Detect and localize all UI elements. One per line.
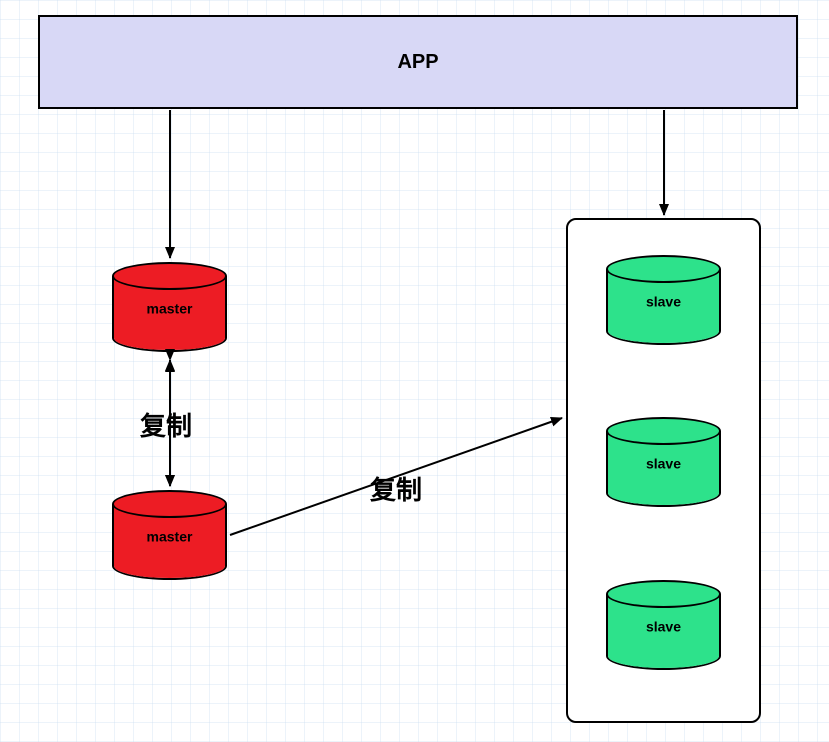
diagram-canvas: APP master master slave slave bbox=[0, 0, 829, 742]
slave-db-2: slave bbox=[606, 417, 721, 507]
master-db-2: master bbox=[112, 490, 227, 580]
app-node: APP bbox=[38, 15, 798, 109]
edge-label-vertical: 复制 bbox=[140, 406, 192, 443]
master-db-1-label: master bbox=[112, 301, 227, 317]
master-db-2-label: master bbox=[112, 529, 227, 545]
app-label: APP bbox=[397, 51, 438, 74]
slave-db-3: slave bbox=[606, 580, 721, 670]
slave-db-2-label: slave bbox=[606, 456, 721, 472]
slave-db-1: slave bbox=[606, 255, 721, 345]
master-db-1: master bbox=[112, 262, 227, 352]
slave-db-3-label: slave bbox=[606, 619, 721, 635]
edge-label-diagonal: 复制 bbox=[370, 470, 422, 507]
slave-db-1-label: slave bbox=[606, 294, 721, 310]
